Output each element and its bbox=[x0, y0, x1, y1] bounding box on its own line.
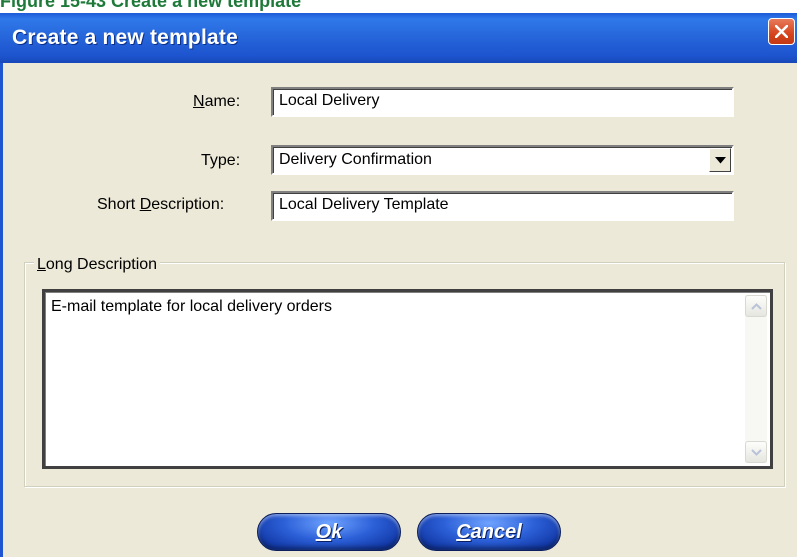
name-value: Local Delivery bbox=[279, 92, 380, 109]
type-selected-value: Delivery Confirmation bbox=[279, 151, 432, 168]
long-description-textarea[interactable]: E-mail template for local delivery order… bbox=[42, 289, 773, 469]
type-label: Type: bbox=[201, 152, 241, 169]
close-button[interactable] bbox=[768, 18, 795, 45]
type-dropdown-button[interactable] bbox=[709, 148, 731, 172]
chevron-down-icon bbox=[751, 449, 762, 456]
cancel-button[interactable]: Cancel bbox=[417, 513, 561, 551]
chevron-down-icon bbox=[715, 157, 726, 164]
short-description-value: Local Delivery Template bbox=[279, 196, 449, 213]
dialog-title: Create a new template bbox=[12, 26, 238, 49]
close-icon bbox=[775, 25, 788, 38]
title-bar: Create a new template bbox=[0, 13, 797, 63]
background-strip: Figure 15-43 Create a new template bbox=[0, 0, 797, 13]
vertical-scrollbar[interactable] bbox=[745, 295, 767, 463]
background-caption: Figure 15-43 Create a new template bbox=[0, 0, 302, 11]
dialog-window: Create a new template Name: Local Delive… bbox=[0, 13, 797, 557]
chevron-up-icon bbox=[751, 303, 762, 310]
long-description-value: E-mail template for local delivery order… bbox=[51, 298, 332, 315]
name-field[interactable]: Local Delivery bbox=[271, 87, 734, 117]
scroll-up-button[interactable] bbox=[745, 295, 767, 317]
scroll-down-button[interactable] bbox=[745, 441, 767, 463]
ok-button[interactable]: Ok bbox=[257, 513, 401, 551]
type-select[interactable]: Delivery Confirmation bbox=[271, 145, 734, 175]
short-description-label: Short Description: bbox=[97, 196, 225, 213]
name-label: Name: bbox=[193, 93, 241, 110]
short-description-field[interactable]: Local Delivery Template bbox=[271, 191, 734, 221]
long-description-label: Long Description bbox=[34, 256, 161, 274]
window-left-border bbox=[0, 63, 3, 557]
